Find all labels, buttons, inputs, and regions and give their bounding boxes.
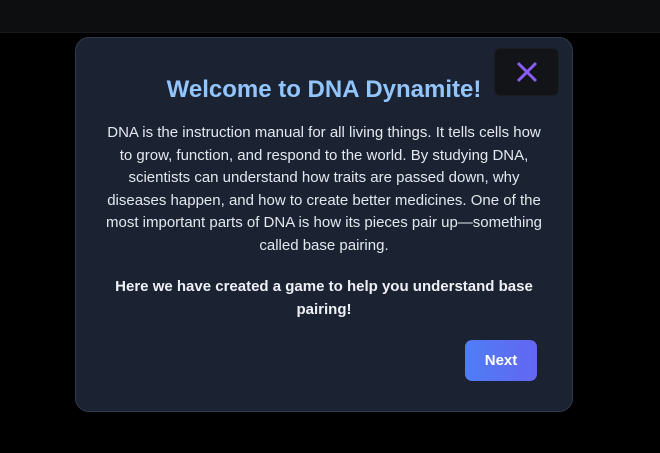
welcome-dialog: Welcome to DNA Dynamite! DNA is the inst…	[75, 37, 573, 412]
next-button[interactable]: Next	[465, 340, 537, 381]
dialog-call-to-action: Here we have created a game to help you …	[115, 278, 533, 318]
dialog-title: Welcome to DNA Dynamite!	[166, 76, 482, 103]
top-bar	[0, 0, 660, 33]
dialog-description: DNA is the instruction manual for all li…	[105, 124, 543, 254]
